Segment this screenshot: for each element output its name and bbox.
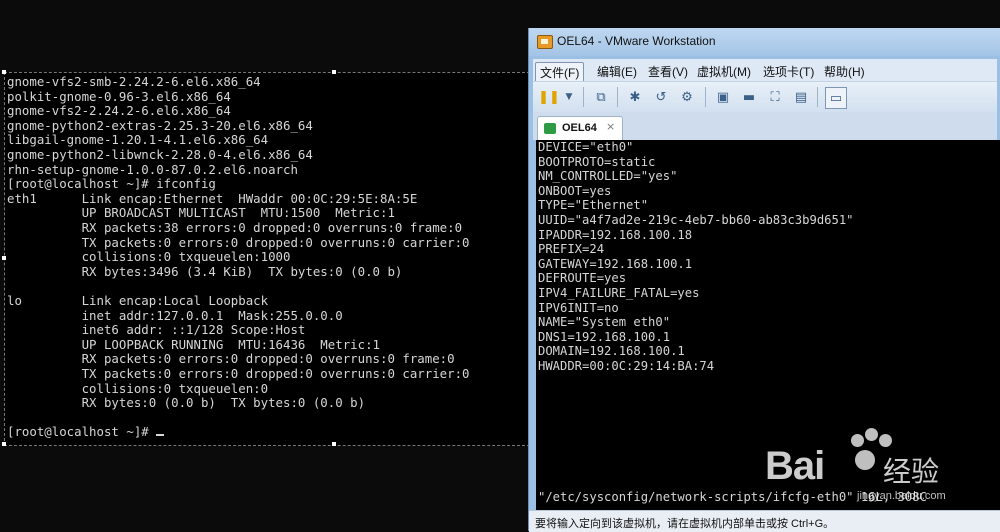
paw-dot [855, 450, 875, 470]
watermark-url: jingyan.baidu.com [857, 490, 946, 502]
terminal-line: RX bytes:3496 (3.4 KiB) TX bytes:0 (0.0 … [7, 263, 403, 279]
console-line: BOOTPROTO=static [538, 154, 656, 169]
terminal-line: RX bytes:0 (0.0 b) TX bytes:0 (0.0 b) [7, 395, 366, 411]
console-line: GATEWAY=192.168.100.1 [538, 256, 693, 271]
toolbar-separator [617, 87, 618, 107]
terminal-line: RX packets:38 errors:0 dropped:0 overrun… [7, 220, 463, 235]
close-icon[interactable]: × [606, 120, 615, 133]
vmware-app-icon [537, 35, 553, 49]
network-icon[interactable]: ⧉ [591, 87, 611, 107]
dropdown-icon[interactable]: ▼ [559, 87, 579, 107]
console-line: PREFIX=24 [538, 242, 605, 257]
console-line: DNS1=192.168.100.1 [538, 329, 671, 344]
menu-edit[interactable]: 编辑(E) [593, 62, 641, 81]
paw-dot [865, 428, 878, 441]
terminal-line: UP LOOPBACK RUNNING MTU:16436 Metric:1 [7, 336, 380, 352]
terminal-line: [root@localhost ~]# [7, 425, 165, 440]
terminal-line: gnome-python2-libwnck-2.28.0-4.el6.x86_6… [7, 147, 313, 162]
pause-icon[interactable]: ❚❚ [538, 87, 560, 107]
menu-help[interactable]: 帮助(H) [820, 62, 869, 81]
tab-label: OEL64 [562, 122, 597, 134]
thumbnail-icon[interactable]: ▭ [825, 87, 847, 109]
toolbar-separator [817, 87, 818, 107]
window-title: OEL64 - VMware Workstation [557, 34, 716, 48]
vm-icon [544, 123, 556, 134]
terminal-line: collisions:0 txqueuelen:0 [7, 380, 269, 396]
selection-handle[interactable] [332, 442, 336, 446]
paw-dot [879, 434, 892, 447]
terminal-line: rhn-setup-gnome-1.0.0-87.0.2.el6.noarch [7, 161, 298, 177]
console-line: IPV6INIT=no [538, 300, 619, 315]
text-cursor [156, 434, 165, 437]
terminal-line: lo Link encap:Local Loopback [7, 293, 269, 308]
status-text: 要将输入定向到该虚拟机，请在虚拟机内部单击或按 Ctrl+G。 [535, 518, 835, 530]
watermark-brand: Bai [765, 444, 825, 488]
terminal-line: TX packets:0 errors:0 dropped:0 overruns… [7, 234, 470, 250]
terminal-line: gnome-python2-extras-2.25.3-20.el6.x86_6… [7, 117, 313, 133]
terminal-line: collisions:0 txqueuelen:1000 [7, 249, 291, 265]
console-line: DEVICE="eth0" [538, 140, 634, 154]
console-line: IPADDR=192.168.100.18 [538, 227, 693, 242]
terminal-line: [root@localhost ~]# ifconfig [7, 176, 216, 192]
console-line: NAME="System eth0" [538, 315, 671, 330]
console-line: DOMAIN=192.168.100.1 [538, 344, 685, 359]
selection-handle[interactable] [2, 70, 6, 74]
manage-snapshots-icon[interactable]: ⚙ [677, 87, 697, 107]
revert-icon[interactable]: ↺ [651, 87, 671, 107]
terminal-line: inet6 addr: ::1/128 Scope:Host [7, 322, 306, 338]
menu-view[interactable]: 查看(V) [644, 62, 692, 81]
unity-icon[interactable]: ▬ [739, 87, 759, 107]
settings-icon[interactable]: ▤ [791, 87, 811, 107]
terminal-line: libgail-gnome-1.20.1-4.1.el6.x86_64 [7, 132, 269, 148]
menu-vm[interactable]: 虚拟机(M) [693, 62, 755, 81]
toolbar-separator [583, 87, 584, 107]
terminal-line: gnome-vfs2-smb-2.24.2-6.el6.x86_64 [7, 74, 261, 89]
fullscreen-icon[interactable]: ⛶ [765, 87, 785, 107]
terminal-line: gnome-vfs2-2.24.2-6.el6.x86_64 [7, 103, 231, 119]
terminal-line: eth1 Link encap:Ethernet HWaddr 00:0C:29… [7, 190, 418, 206]
console-line: NM_CONTROLLED="yes" [538, 169, 678, 184]
console-view-icon[interactable]: ▣ [713, 87, 733, 107]
status-bar: 要将输入定向到该虚拟机，请在虚拟机内部单击或按 Ctrl+G。 [529, 510, 1000, 532]
selection-handle[interactable] [332, 70, 336, 74]
menu-tabs[interactable]: 选项卡(T) [759, 62, 818, 81]
toolbar-separator [705, 87, 706, 107]
toolbar: ❚❚ ▼ ⧉ ✱ ↺ ⚙ ▣ ▬ ⛶ ▤ ▭ [533, 81, 997, 113]
menu-bar: 文件(F) 编辑(E) 查看(V) 虚拟机(M) 选项卡(T) 帮助(H) [533, 59, 997, 83]
left-terminal-output[interactable]: gnome-vfs2-smb-2.24.2-6.el6.x86_64 polkit… [4, 72, 530, 446]
paw-dot [851, 434, 864, 447]
terminal-line: TX packets:0 errors:0 dropped:0 overruns… [7, 366, 470, 381]
tab-bar: OEL64 × [533, 112, 997, 141]
terminal-line: inet addr:127.0.0.1 Mask:255.0.0.0 [7, 307, 343, 323]
selection-handle[interactable] [2, 442, 6, 446]
console-line: TYPE="Ethernet" [538, 198, 649, 213]
terminal-line: UP BROADCAST MULTICAST MTU:1500 Metric:1 [7, 205, 395, 221]
watermark-brand-suffix: 经验 [883, 455, 940, 488]
selection-handle[interactable] [2, 256, 6, 260]
tab-oel64[interactable]: OEL64 × [537, 116, 623, 141]
console-line: UUID="a4f7ad2e-219c-4eb7-bb60-ab83c3b9d6… [538, 213, 854, 227]
terminal-line: polkit-gnome-0.96-3.el6.x86_64 [7, 88, 231, 104]
menu-file[interactable]: 文件(F) [535, 62, 585, 83]
console-line: DEFROUTE=yes [538, 271, 627, 286]
terminal-line: RX packets:0 errors:0 dropped:0 overruns… [7, 351, 455, 367]
title-bar[interactable]: OEL64 - VMware Workstation [529, 28, 1000, 56]
snapshot-icon[interactable]: ✱ [625, 87, 645, 107]
console-line: IPV4_FAILURE_FATAL=yes [538, 286, 700, 300]
console-line: ONBOOT=yes [538, 183, 612, 198]
baidu-watermark: Bai 经验 jingyan.baidu.com [765, 428, 975, 502]
console-line: HWADDR=00:0C:29:14:BA:74 [538, 359, 715, 373]
